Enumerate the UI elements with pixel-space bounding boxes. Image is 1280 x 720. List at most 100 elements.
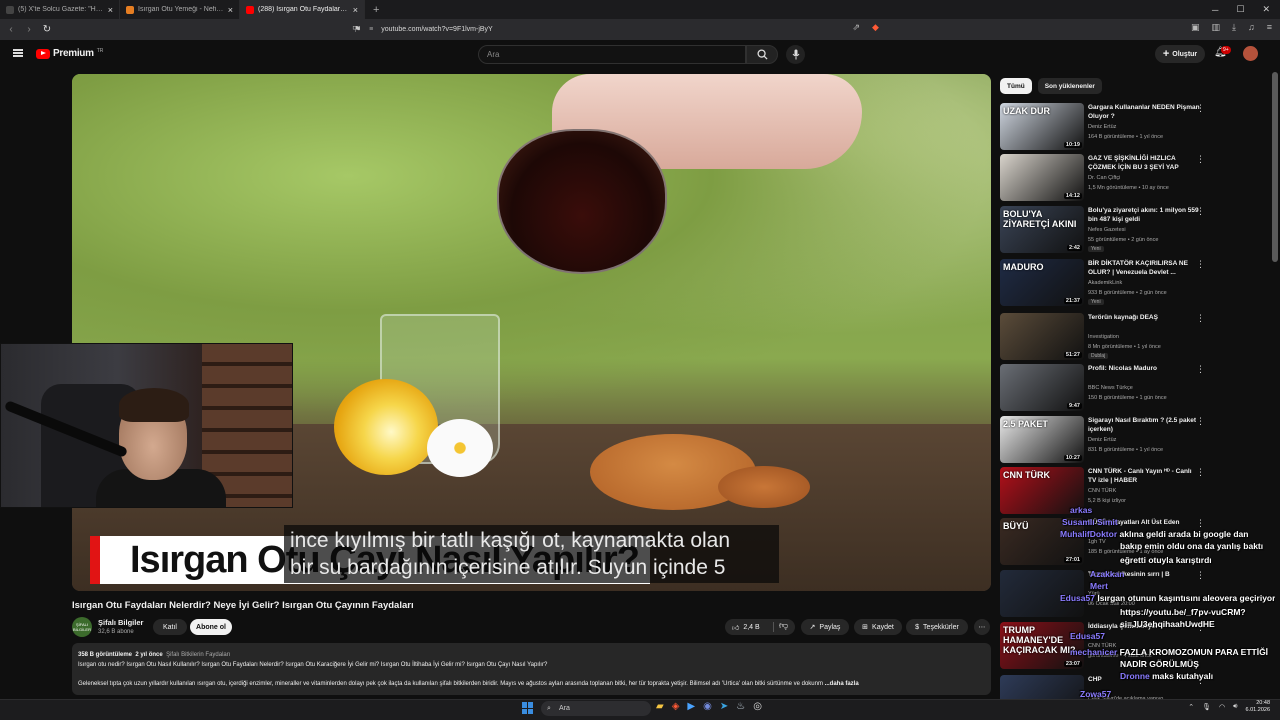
recommendation-channel[interactable]: CNN TÜRK (1088, 488, 1116, 494)
volume-icon[interactable]: 🔊︎ (1233, 703, 1237, 711)
recommendation-channel[interactable]: Dr. Can Çiftçi (1088, 175, 1120, 181)
system-clock[interactable]: 20:48 6.01.2026 (1246, 700, 1270, 714)
chip-all[interactable]: Tümü (1000, 78, 1032, 94)
video-thumbnail[interactable]: BOLU'YA ZİYARETÇİ AKINI 2:42 (1000, 206, 1084, 253)
video-player[interactable]: Isırgan Otu Çayı Nasıl Yapılır? ince kıy… (72, 74, 991, 591)
recommendation-item[interactable]: UZAK DUR 10:19 Gargara Kullananlar NEDEN P… (1000, 103, 1230, 153)
recommendation-channel[interactable]: BBC News Türkçe (1088, 385, 1133, 391)
video-thumbnail[interactable]: 2.5 PAKET 10:27 (1000, 416, 1084, 463)
voice-search-button[interactable] (786, 45, 805, 64)
show-more-link[interactable]: ...daha fazla (825, 681, 859, 687)
recommendation-item[interactable]: 9:47 Profil: Nicolas Maduro BBC News Türkç… (1000, 364, 1230, 414)
cast-icon[interactable]: ▭ (352, 22, 361, 33)
close-window-icon[interactable]: ✕ (1262, 4, 1270, 15)
browser-tab[interactable]: Isırgan Otu Yemeği - Nefis Yemek Tar × (120, 0, 240, 19)
search-input[interactable]: Ara (478, 45, 746, 64)
kebab-menu-icon[interactable]: ⋮ (1196, 364, 1205, 375)
download-icon[interactable]: ⤓ (1232, 22, 1236, 33)
close-tab-icon[interactable]: × (228, 5, 233, 15)
like-button[interactable]: 👍︎ 2,4 B 👎︎ (725, 619, 795, 635)
video-thumbnail[interactable]: UZAK DUR 10:19 (1000, 103, 1084, 150)
recommendation-title[interactable]: Gargara Kullananlar NEDEN Pişman Oluyor … (1088, 103, 1200, 121)
sidebar-icon[interactable]: ▥ (1211, 22, 1220, 33)
account-avatar[interactable] (1243, 46, 1258, 61)
recommendation-title[interactable]: Sigarayı Nasıl Bıraktım ? (2.5 paket içe… (1088, 416, 1200, 434)
windows-start-icon[interactable] (522, 702, 534, 714)
media-app-icon[interactable]: ▶ (687, 701, 695, 712)
recommendation-channel[interactable]: Deniz Ertüz (1088, 124, 1116, 130)
kebab-menu-icon[interactable]: ⋮ (1196, 103, 1205, 114)
close-tab-icon[interactable]: × (353, 5, 358, 15)
recommendation-title[interactable]: CNN TÜRK - Canlı Yayın ᴴᴰ - Canlı TV izl… (1088, 467, 1200, 485)
more-actions-button[interactable]: ⋯ (974, 619, 990, 635)
create-button[interactable]: + Oluştur (1155, 45, 1205, 63)
recommendation-title[interactable]: Bolu'ya ziyaretçi akını: 1 milyon 559 bi… (1088, 206, 1200, 224)
brave-browser-icon[interactable]: ◈ (672, 701, 680, 712)
description-box[interactable]: 358 B görüntüleme 2 yıl önce Şifalı Bitk… (72, 643, 991, 695)
recommendation-channel[interactable]: Investigation (1088, 334, 1119, 340)
recommendation-channel[interactable]: Deniz Ertüz (1088, 437, 1116, 443)
wallet-icon[interactable]: ▣ (1191, 22, 1200, 33)
recommendation-channel[interactable]: Nefes Gazetesi (1088, 227, 1126, 233)
taskbar-search[interactable]: ⌕ Ara (541, 701, 651, 716)
forward-icon[interactable]: › (22, 24, 36, 35)
thanks-button[interactable]: $ Teşekkürler (906, 619, 968, 635)
kebab-menu-icon[interactable]: ⋮ (1196, 259, 1205, 270)
description-tags[interactable]: Şifalı Bitkilerin Faydaları (166, 652, 230, 658)
brave-shield-icon[interactable]: ◆ (872, 22, 879, 33)
join-button[interactable]: Katıl (153, 619, 187, 635)
video-thumbnail[interactable]: MADURO 21:37 (1000, 259, 1084, 306)
video-thumbnail[interactable]: 51:27 (1000, 313, 1084, 360)
mic-tray-icon[interactable]: 🎙︎ (1202, 703, 1211, 711)
recommendation-title[interactable]: Terörün kaynağı DEAŞ (1088, 313, 1200, 322)
save-button[interactable]: ⊞ Kaydet (854, 619, 902, 635)
recommendation-item[interactable]: BOLU'YA ZİYARETÇİ AKINI 2:42 Bolu'ya ziyar… (1000, 206, 1230, 256)
chip-recent[interactable]: Son yüklenenler (1037, 78, 1102, 94)
hamburger-menu-icon[interactable] (13, 49, 23, 57)
kebab-menu-icon[interactable]: ⋮ (1196, 467, 1205, 478)
back-icon[interactable]: ‹ (4, 24, 18, 35)
recommendation-channel[interactable]: AkademikLink (1088, 280, 1122, 286)
recommendation-item[interactable]: 2.5 PAKET 10:27 Sigarayı Nasıl Bıraktım ? … (1000, 416, 1230, 466)
discord-icon[interactable]: ◉ (703, 701, 712, 712)
thumbs-down-icon[interactable]: 👎︎ (779, 620, 788, 631)
browser-tab-active[interactable]: (288) Isırgan Otu Faydaları Neler × (240, 0, 365, 19)
share-icon: ↗ (809, 624, 816, 631)
recommendation-title[interactable]: GAZ VE ŞİŞKİNLİĞİ HIZLICA ÇÖZMEK İÇİN BU… (1088, 154, 1200, 172)
minimize-icon[interactable]: ─ (1212, 5, 1218, 15)
share-page-icon[interactable]: ⇗ (853, 22, 861, 33)
browser-toolbar: ‹ › ↻ ⚑ ≡ youtube.com/watch?v=9F1lvm-jBy… (0, 19, 1280, 40)
search-button[interactable] (746, 45, 778, 64)
menu-icon[interactable]: ≡ (1267, 22, 1272, 33)
kebab-menu-icon[interactable]: ⋮ (1196, 416, 1205, 427)
recommendation-item[interactable]: 51:27 Terörün kaynağı DEAŞ Investigation 8 … (1000, 313, 1230, 363)
kebab-menu-icon[interactable]: ⋮ (1196, 206, 1205, 217)
recommendation-title[interactable]: Profil: Nicolas Maduro (1088, 364, 1200, 373)
recommendation-title[interactable]: BİR DİKTATÖR KAÇIRILIRSA NE OLUR? | Vene… (1088, 259, 1200, 277)
kebab-menu-icon[interactable]: ⋮ (1196, 154, 1205, 165)
video-thumbnail[interactable]: 9:47 (1000, 364, 1084, 411)
reload-icon[interactable]: ↻ (40, 24, 54, 35)
channel-name[interactable]: Şifalı Bilgiler (98, 618, 143, 627)
maximize-icon[interactable]: ☐ (1236, 4, 1244, 15)
music-icon[interactable]: ♫ (1248, 22, 1255, 33)
recommendation-item[interactable]: MADURO 21:37 BİR DİKTATÖR KAÇIRILIRSA NE O… (1000, 259, 1230, 309)
channel-avatar[interactable]: ŞİFALI BİLGİLER (72, 617, 92, 637)
new-tab-icon[interactable]: + (365, 4, 387, 16)
close-tab-icon[interactable]: × (108, 5, 113, 15)
steam-icon[interactable]: ♨ (736, 701, 745, 712)
network-icon[interactable]: ◠ (1219, 703, 1225, 711)
recommendation-item[interactable]: 14:12 GAZ VE ŞİŞKİNLİĞİ HIZLICA ÇÖZMEK İÇ… (1000, 154, 1230, 204)
tray-chevron-icon[interactable]: ⌃ (1188, 703, 1194, 711)
youtube-premium-logo[interactable]: Premium TR (36, 48, 103, 59)
video-thumbnail[interactable]: 14:12 (1000, 154, 1084, 201)
chat-username: mechanicer (1070, 647, 1118, 657)
subscribe-button[interactable]: Abone ol (190, 619, 232, 635)
file-explorer-icon[interactable]: ▰ (656, 701, 664, 712)
obs-icon[interactable]: ◎ (753, 701, 762, 712)
kebab-menu-icon[interactable]: ⋮ (1196, 313, 1205, 324)
share-button[interactable]: ↗ Paylaş (801, 619, 849, 635)
telegram-icon[interactable]: ➤ (720, 701, 728, 712)
browser-tab[interactable]: (5) X'te Solcu Gazete: "Hindistan'a gi × (0, 0, 120, 19)
page-scrollbar[interactable] (1272, 72, 1278, 262)
